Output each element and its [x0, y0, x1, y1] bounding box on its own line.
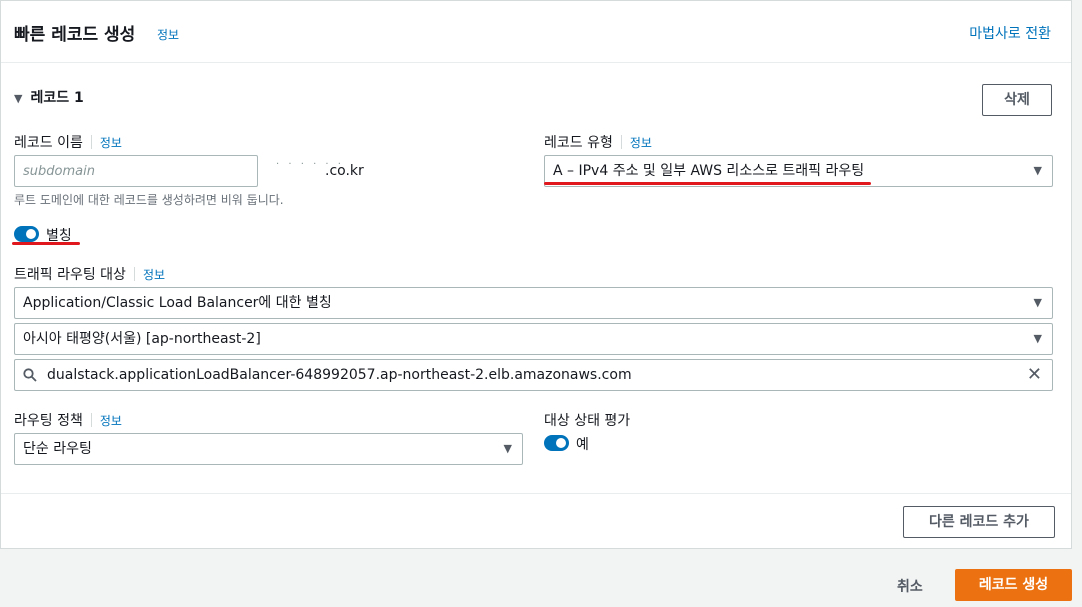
- divider: [1, 493, 1071, 494]
- dropdown-arrow-icon: ▼: [1033, 296, 1042, 309]
- routing-policy-select[interactable]: 단순 라우팅 ▼: [14, 433, 523, 465]
- record-type-label-row: 레코드 유형 정보: [544, 132, 652, 152]
- route-target-label-row: 트래픽 라우팅 대상 정보: [14, 264, 165, 284]
- title-info-link[interactable]: 정보: [157, 26, 179, 43]
- route-target-info-link[interactable]: 정보: [143, 268, 165, 282]
- cancel-button[interactable]: 취소: [897, 576, 923, 596]
- routing-policy-info-link[interactable]: 정보: [100, 414, 122, 428]
- divider: [90, 135, 92, 149]
- record-type-value: A – IPv4 주소 및 일부 AWS 리소스로 트래픽 라우팅: [553, 163, 865, 179]
- health-toggle[interactable]: [544, 435, 569, 451]
- health-value: 예: [576, 437, 589, 453]
- highlight-underline: [544, 182, 871, 185]
- region-select[interactable]: 아시아 태평양(서울) [ap-northeast-2] ▼: [14, 323, 1053, 355]
- add-another-record-button[interactable]: 다른 레코드 추가: [903, 506, 1055, 538]
- toggle-icon: [556, 438, 566, 448]
- routing-policy-value: 단순 라우팅: [23, 441, 92, 457]
- record-type-info-link[interactable]: 정보: [630, 136, 652, 150]
- endpoint-select[interactable]: Application/Classic Load Balancer에 대한 별칭…: [14, 287, 1053, 319]
- dropdown-arrow-icon: ▼: [1033, 164, 1042, 177]
- panel-header: 빠른 레코드 생성 정보 마법사로 전환: [1, 1, 1071, 63]
- region-value: 아시아 태평양(서울) [ap-northeast-2]: [23, 331, 261, 347]
- divider: [133, 267, 135, 281]
- delete-record-button[interactable]: 삭제: [982, 84, 1052, 116]
- record-name-placeholder: subdomain: [23, 164, 95, 179]
- record-heading: 레코드 1: [30, 90, 84, 106]
- routing-policy-label-row: 라우팅 정책 정보: [14, 410, 122, 430]
- endpoint-value: Application/Classic Load Balancer에 대한 별칭: [23, 295, 332, 311]
- record-name-label: 레코드 이름: [14, 135, 83, 151]
- caret-down-icon: ▼: [14, 92, 23, 105]
- record-section-toggle[interactable]: ▼ 레코드 1: [14, 87, 84, 107]
- load-balancer-search[interactable]: dualstack.applicationLoadBalancer-648992…: [14, 359, 1053, 391]
- record-name-hint: 루트 도메인에 대한 레코드를 생성하려면 비워 둡니다.: [14, 193, 284, 207]
- highlight-underline: [12, 242, 80, 245]
- record-name-input[interactable]: subdomain: [14, 155, 258, 187]
- dropdown-arrow-icon: ▼: [503, 442, 512, 455]
- search-icon: [23, 368, 37, 382]
- record-name-info-link[interactable]: 정보: [100, 136, 122, 150]
- clear-icon[interactable]: ✕: [1027, 360, 1042, 390]
- record-name-label-row: 레코드 이름 정보: [14, 132, 122, 152]
- divider: [620, 135, 622, 149]
- health-label: 대상 상태 평가: [544, 413, 631, 429]
- create-records-button[interactable]: 레코드 생성: [955, 569, 1072, 601]
- load-balancer-value: dualstack.applicationLoadBalancer-648992…: [47, 367, 632, 383]
- routing-policy-label: 라우팅 정책: [14, 413, 83, 429]
- record-type-label: 레코드 유형: [544, 135, 613, 151]
- alias-toggle[interactable]: [14, 226, 39, 242]
- switch-to-wizard-link[interactable]: 마법사로 전환: [969, 23, 1051, 43]
- domain-suffix: .co.kr: [325, 163, 364, 179]
- route-target-label: 트래픽 라우팅 대상: [14, 267, 126, 283]
- dropdown-arrow-icon: ▼: [1033, 332, 1042, 345]
- divider: [90, 413, 92, 427]
- page-title: 빠른 레코드 생성: [14, 25, 136, 45]
- toggle-icon: [26, 229, 36, 239]
- quick-create-panel: 빠른 레코드 생성 정보 마법사로 전환 ▼ 레코드 1 삭제 레코드 이름 정보 …: [0, 0, 1072, 549]
